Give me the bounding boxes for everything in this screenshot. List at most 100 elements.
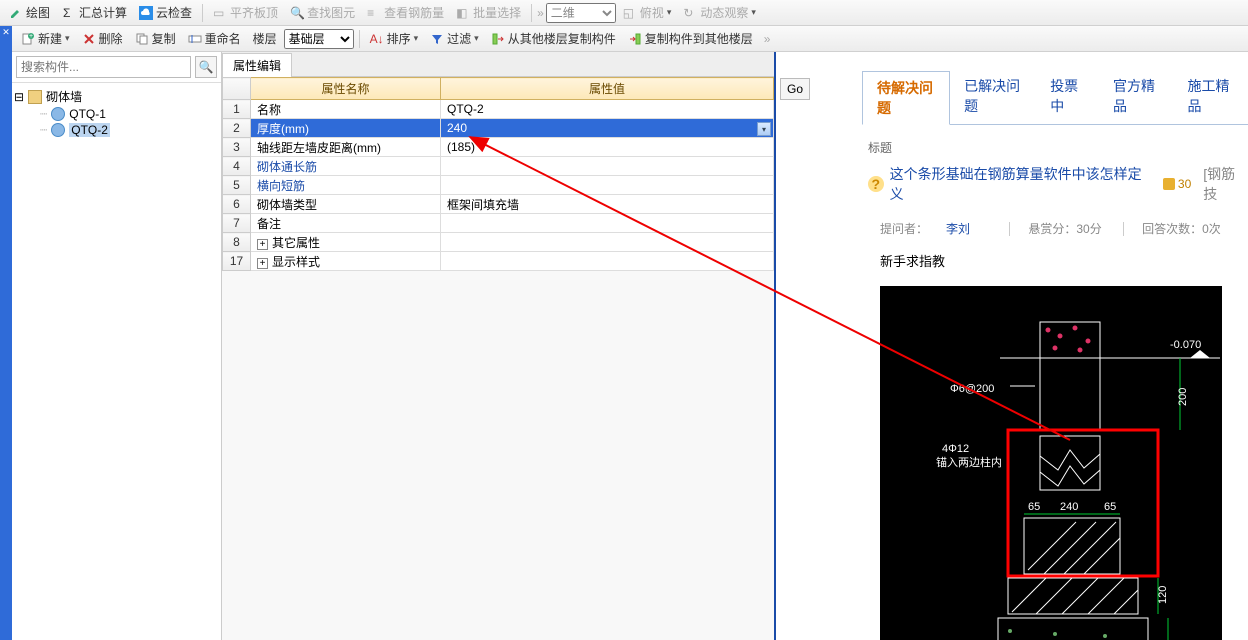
prop-tab[interactable]: 属性编辑 [222, 53, 292, 77]
question-meta: 提问者：李刘 悬赏分：30分 回答次数：0次 [880, 220, 1248, 237]
prop-value[interactable] [441, 233, 774, 252]
find-button[interactable]: 🔍查找图元 [285, 1, 360, 24]
col-name: 属性名称 [251, 78, 441, 100]
prop-value[interactable] [441, 214, 774, 233]
node-icon [51, 107, 65, 121]
dyn-label: 动态观察 [700, 4, 748, 21]
rebar1-text: Φ6@200 [950, 383, 994, 395]
tab-voting[interactable]: 投票中 [1036, 70, 1099, 124]
view-mode-select[interactable]: 二维 [546, 3, 616, 23]
prop-name: 名称 [251, 100, 441, 119]
property-row[interactable]: 17+显示样式 [223, 252, 774, 271]
tree-item-label: QTQ-1 [69, 107, 106, 121]
tree-item-label: QTQ-2 [69, 123, 110, 137]
prop-name: 备注 [251, 214, 441, 233]
copy-from-button[interactable]: 从其他楼层复制构件 [486, 27, 621, 50]
sum-button[interactable]: Σ汇总计算 [57, 1, 132, 24]
find-label: 查找图元 [307, 4, 355, 21]
property-row[interactable]: 8+其它属性 [223, 233, 774, 252]
toolbar-edit: +新建▾ 删除 复制 重命名 楼层 基础层 A↓排序▾ 过滤▾ 从其他楼层复制构… [0, 26, 1248, 52]
property-row[interactable]: 3轴线距左墙皮距离(mm)(185) [223, 138, 774, 157]
prop-value[interactable]: (185) [441, 138, 774, 157]
tree-root[interactable]: ⊟ 砌体墙 [14, 87, 219, 106]
go-button[interactable]: Go [780, 78, 810, 100]
batch-label: 批量选择 [473, 4, 521, 21]
search-input[interactable] [16, 56, 191, 78]
dropdown-icon[interactable]: ▾ [757, 122, 771, 136]
property-row[interactable]: 7备注 [223, 214, 774, 233]
pencil-icon [9, 6, 23, 20]
prop-value[interactable] [441, 176, 774, 195]
floor-label: 楼层 [253, 30, 277, 47]
orbit-icon: ↻ [683, 6, 697, 20]
row-number: 8 [223, 233, 251, 252]
right-tabs: 待解决问题 已解决问题 投票中 官方精品 施工精品 [862, 70, 1248, 125]
property-row[interactable]: 5横向短筋 [223, 176, 774, 195]
left-panel: 🔍 ⊟ 砌体墙 ┈ QTQ-1 ┈ QTQ-2 [12, 52, 222, 640]
row-number: 2 [223, 119, 251, 138]
new-button[interactable]: +新建▾ [16, 27, 75, 50]
tab-solved[interactable]: 已解决问题 [950, 70, 1036, 124]
prop-value[interactable]: 240▾ [441, 119, 774, 138]
elev-text: -0.070 [1170, 339, 1201, 351]
tab-pending[interactable]: 待解决问题 [862, 71, 950, 125]
row-number: 4 [223, 157, 251, 176]
tab-construction[interactable]: 施工精品 [1174, 70, 1248, 124]
prop-value[interactable] [441, 252, 774, 271]
copy-from-icon [491, 32, 505, 46]
rename-icon [188, 32, 202, 46]
prop-value[interactable]: QTQ-2 [441, 100, 774, 119]
filter-button[interactable]: 过滤▾ [425, 27, 484, 50]
prop-name: 砌体墙类型 [251, 195, 441, 214]
property-row[interactable]: 1名称QTQ-2 [223, 100, 774, 119]
folder-icon [28, 90, 42, 104]
question-category: [钢筋技 [1203, 164, 1248, 204]
del-button[interactable]: 删除 [77, 27, 128, 50]
flatten-button[interactable]: ▭平齐板顶 [208, 1, 283, 24]
cloud-button[interactable]: 云检查 [134, 1, 197, 24]
filter-label: 过滤 [447, 30, 471, 47]
svg-text:200: 200 [1177, 388, 1189, 406]
flatten-label: 平齐板顶 [230, 4, 278, 21]
property-table: 属性名称 属性值 1名称QTQ-22厚度(mm)240▾3轴线距左墙皮距离(mm… [222, 77, 774, 271]
expand-icon[interactable]: + [257, 258, 268, 269]
copy-to-label: 复制构件到其他楼层 [645, 30, 753, 47]
question-link[interactable]: ? 这个条形基础在钢筋算量软件中该怎样定义 30 [钢筋技 [868, 164, 1248, 204]
property-row[interactable]: 2厚度(mm)240▾ [223, 119, 774, 138]
prop-link[interactable]: 砌体通长筋 [257, 160, 317, 174]
panel-edge[interactable]: ✕ [0, 26, 12, 640]
copy-button[interactable]: 复制 [130, 27, 181, 50]
rename-label: 重命名 [205, 30, 241, 47]
base-select[interactable]: 基础层 [284, 29, 354, 49]
expand-icon[interactable]: + [257, 239, 268, 250]
dyn-button[interactable]: ↻动态观察▾ [678, 1, 761, 24]
persp-label: 俯视 [640, 4, 664, 21]
svg-text:4Φ12: 4Φ12 [942, 443, 969, 455]
prop-link[interactable]: 横向短筋 [257, 179, 305, 193]
prop-name: 砌体通长筋 [251, 157, 441, 176]
copy-label: 复制 [152, 30, 176, 47]
collapse-icon: ⊟ [14, 90, 24, 104]
tree-item-qtq2[interactable]: ┈ QTQ-2 [14, 122, 219, 138]
floor-button[interactable]: 楼层 [248, 27, 282, 50]
prop-value[interactable] [441, 157, 774, 176]
batch-button[interactable]: ◧批量选择 [451, 1, 526, 24]
prop-name: 横向短筋 [251, 176, 441, 195]
tree-item-qtq1[interactable]: ┈ QTQ-1 [14, 106, 219, 122]
sort-button[interactable]: A↓排序▾ [365, 27, 424, 50]
tab-official[interactable]: 官方精品 [1099, 70, 1173, 124]
property-row[interactable]: 6砌体墙类型框架间填充墙 [223, 195, 774, 214]
rebar-button[interactable]: ≡查看钢筋量 [362, 1, 449, 24]
right-panel: 待解决问题 已解决问题 投票中 官方精品 施工精品 标题 ? 这个条形基础在钢筋… [852, 52, 1248, 640]
new-label: 新建 [38, 30, 62, 47]
question-header: 标题 [868, 139, 1248, 156]
sum-label: 汇总计算 [79, 4, 127, 21]
rename-button[interactable]: 重命名 [183, 27, 246, 50]
property-row[interactable]: 4 砌体通长筋 [223, 157, 774, 176]
copy-to-button[interactable]: 复制构件到其他楼层 [623, 27, 758, 50]
rebar-icon: ≡ [367, 6, 381, 20]
draw-button[interactable]: 绘图 [4, 1, 55, 24]
search-button[interactable]: 🔍 [195, 56, 217, 78]
persp-button[interactable]: ◱俯视▾ [618, 1, 677, 24]
prop-value[interactable]: 框架间填充墙 [441, 195, 774, 214]
